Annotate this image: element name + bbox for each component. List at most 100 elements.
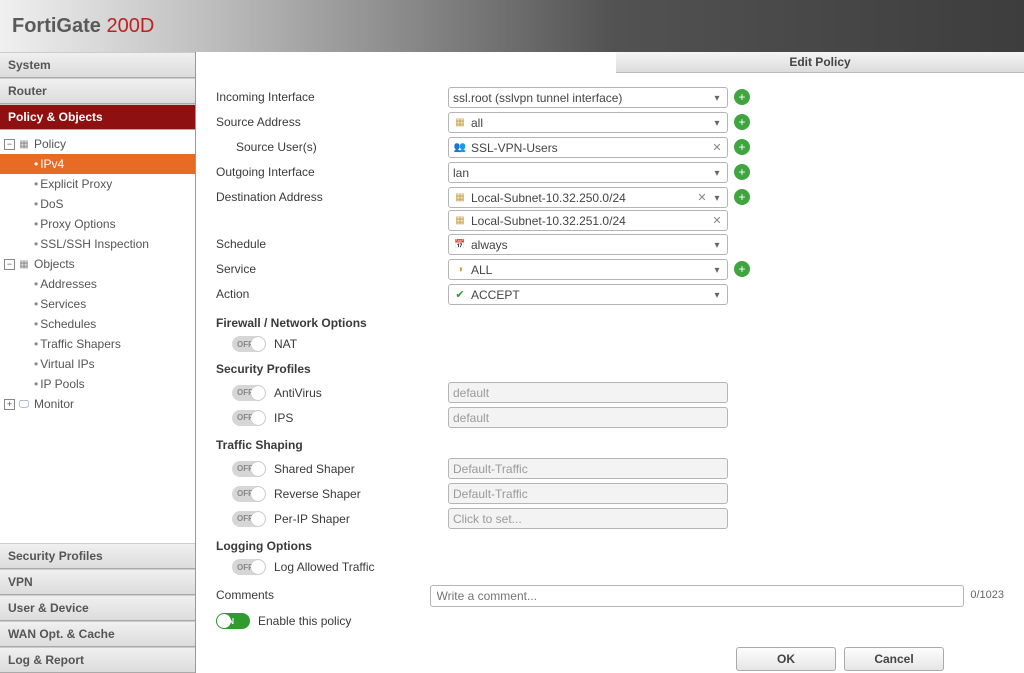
antivirus-label: AntiVirus	[274, 386, 322, 400]
shared-shaper-toggle[interactable]: OFF	[232, 461, 266, 477]
tree-addresses[interactable]: Addresses	[0, 274, 195, 294]
perip-shaper-value[interactable]: Click to set...	[448, 508, 728, 529]
tree-schedules[interactable]: Schedules	[0, 314, 195, 334]
schedule-label: Schedule	[216, 234, 448, 251]
page-icon	[17, 138, 31, 150]
tree-policy[interactable]: − Policy	[0, 134, 195, 154]
incoming-interface-select[interactable]: ssl.root (sslvpn tunnel interface)	[448, 87, 728, 108]
add-icon[interactable]: +	[734, 89, 750, 105]
firewall-section: Firewall / Network Options	[216, 316, 1004, 330]
incoming-interface-label: Incoming Interface	[216, 87, 448, 104]
collapse-icon[interactable]: −	[4, 139, 15, 150]
enable-policy-label: Enable this policy	[258, 614, 351, 628]
comments-label: Comments	[216, 585, 430, 602]
brand: FortiGate 200D	[12, 15, 154, 38]
security-profiles-section: Security Profiles	[216, 362, 1004, 376]
add-icon[interactable]: +	[734, 139, 750, 155]
log-allowed-label: Log Allowed Traffic	[274, 560, 375, 574]
tree-services[interactable]: Services	[0, 294, 195, 314]
perip-shaper-label: Per-IP Shaper	[274, 512, 350, 526]
chevron-down-icon[interactable]	[710, 166, 724, 180]
clear-icon[interactable]	[710, 141, 724, 155]
nav-wan-opt[interactable]: WAN Opt. & Cache	[0, 621, 195, 647]
content: Edit Policy Incoming Interface ssl.root …	[196, 52, 1024, 673]
comments-counter: 0/1023	[970, 585, 1004, 601]
tree-objects[interactable]: − Objects	[0, 254, 195, 274]
nav-security-profiles[interactable]: Security Profiles	[0, 543, 195, 569]
service-icon	[453, 264, 467, 276]
chevron-down-icon[interactable]	[710, 238, 724, 252]
outgoing-interface-label: Outgoing Interface	[216, 162, 448, 179]
outgoing-interface-select[interactable]: lan	[448, 162, 728, 183]
chevron-down-icon[interactable]	[710, 288, 724, 302]
top-bar: FortiGate 200D	[0, 0, 1024, 52]
tree-proxy-options[interactable]: Proxy Options	[0, 214, 195, 234]
reverse-shaper-label: Reverse Shaper	[274, 487, 361, 501]
monitor-icon	[17, 398, 31, 410]
tree-ip-pools[interactable]: IP Pools	[0, 374, 195, 394]
comments-input[interactable]	[430, 585, 965, 607]
perip-shaper-toggle[interactable]: OFF	[232, 511, 266, 527]
antivirus-toggle[interactable]: OFF	[232, 385, 266, 401]
shared-shaper-label: Shared Shaper	[274, 462, 355, 476]
log-allowed-toggle[interactable]: OFF	[232, 559, 266, 575]
reverse-shaper-toggle[interactable]: OFF	[232, 486, 266, 502]
calendar-icon	[453, 239, 467, 251]
tree-monitor[interactable]: + Monitor	[0, 394, 195, 414]
collapse-icon[interactable]: −	[4, 259, 15, 270]
source-users-select[interactable]: SSL-VPN-Users	[448, 137, 728, 158]
nav-user-device[interactable]: User & Device	[0, 595, 195, 621]
expand-icon[interactable]: +	[4, 399, 15, 410]
traffic-shaping-section: Traffic Shaping	[216, 438, 1004, 452]
chevron-down-icon[interactable]	[710, 91, 724, 105]
sidebar: System Router Policy & Objects − Policy …	[0, 52, 196, 673]
add-icon[interactable]: +	[734, 114, 750, 130]
chevron-down-icon[interactable]	[710, 116, 724, 130]
clear-icon[interactable]	[710, 214, 724, 228]
ips-toggle[interactable]: OFF	[232, 410, 266, 426]
ips-label: IPS	[274, 411, 293, 425]
tree-virtual-ips[interactable]: Virtual IPs	[0, 354, 195, 374]
check-icon	[453, 289, 467, 301]
nat-label: NAT	[274, 337, 297, 351]
add-icon[interactable]: +	[734, 261, 750, 277]
antivirus-value: default	[448, 382, 728, 403]
nat-toggle[interactable]: OFF	[232, 336, 266, 352]
source-users-label: Source User(s)	[216, 137, 448, 154]
schedule-select[interactable]: always	[448, 234, 728, 255]
ok-button[interactable]: OK	[736, 647, 836, 671]
add-icon[interactable]: +	[734, 164, 750, 180]
chevron-down-icon[interactable]	[710, 191, 724, 205]
source-address-select[interactable]: all	[448, 112, 728, 133]
chevron-down-icon[interactable]	[710, 263, 724, 277]
tree-dos[interactable]: DoS	[0, 194, 195, 214]
nav-router[interactable]: Router	[0, 78, 195, 104]
dest-address-item-0[interactable]: Local-Subnet-10.32.250.0/24	[448, 187, 728, 208]
cancel-button[interactable]: Cancel	[844, 647, 944, 671]
enable-policy-toggle[interactable]: ON	[216, 613, 250, 629]
action-select[interactable]: ACCEPT	[448, 284, 728, 305]
tree-ipv4[interactable]: IPv4	[0, 154, 195, 174]
address-icon	[453, 215, 467, 227]
reverse-shaper-value: Default-Traffic	[448, 483, 728, 504]
page-icon	[17, 258, 31, 270]
group-icon	[453, 142, 467, 154]
clear-icon[interactable]	[695, 191, 709, 205]
address-icon	[453, 192, 467, 204]
dest-address-label: Destination Address	[216, 187, 448, 204]
nav-tree: − Policy IPv4 Explicit Proxy DoS Proxy O…	[0, 130, 195, 543]
tree-traffic-shapers[interactable]: Traffic Shapers	[0, 334, 195, 354]
logging-section: Logging Options	[216, 539, 1004, 553]
nav-vpn[interactable]: VPN	[0, 569, 195, 595]
service-select[interactable]: ALL	[448, 259, 728, 280]
nav-system[interactable]: System	[0, 52, 195, 78]
tree-explicit-proxy[interactable]: Explicit Proxy	[0, 174, 195, 194]
dest-address-item-1[interactable]: Local-Subnet-10.32.251.0/24	[448, 210, 728, 231]
shared-shaper-value: Default-Traffic	[448, 458, 728, 479]
tree-ssl-ssh[interactable]: SSL/SSH Inspection	[0, 234, 195, 254]
add-icon[interactable]: +	[734, 189, 750, 205]
source-address-label: Source Address	[216, 112, 448, 129]
nav-policy-objects[interactable]: Policy & Objects	[0, 104, 195, 130]
action-label: Action	[216, 284, 448, 301]
nav-log-report[interactable]: Log & Report	[0, 647, 195, 673]
